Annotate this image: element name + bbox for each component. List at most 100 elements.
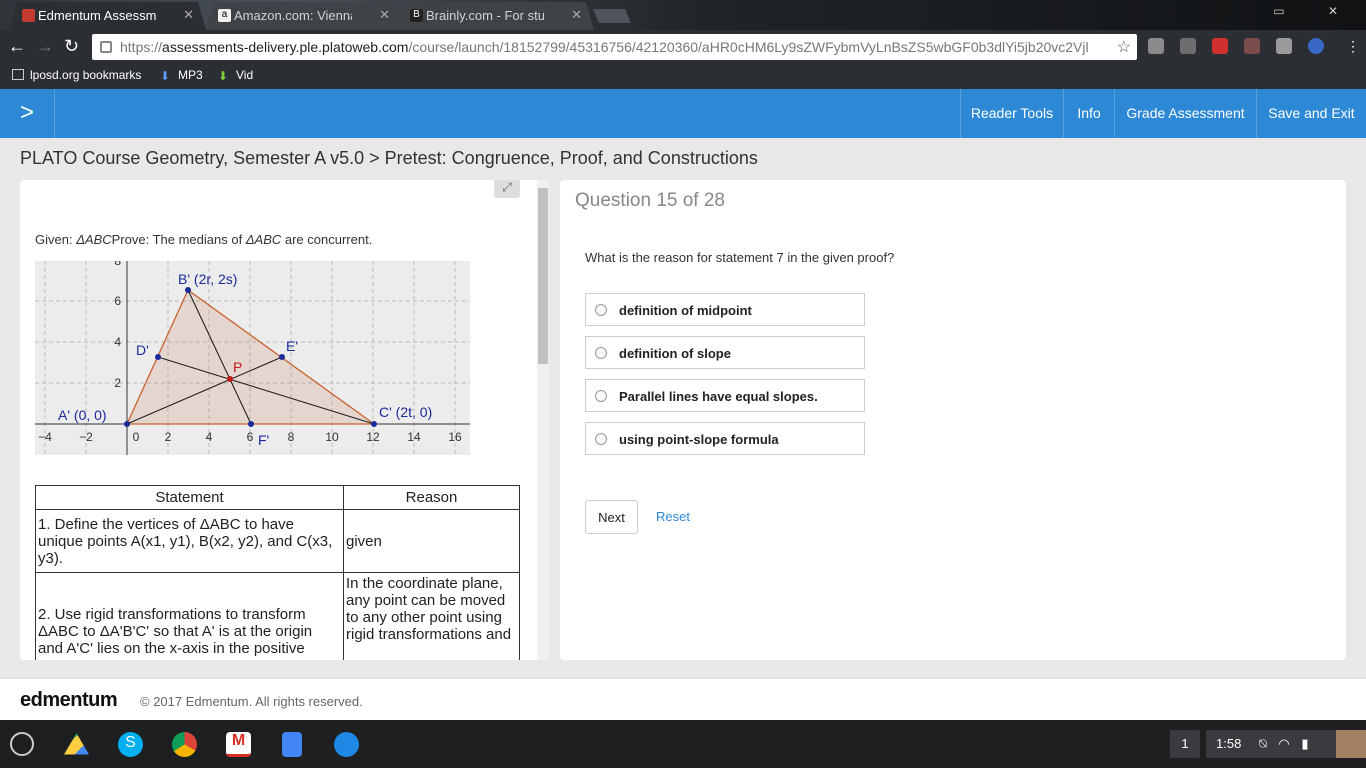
tab-title: Edmentum Assessment bbox=[38, 8, 156, 23]
edmentum-favicon-icon bbox=[22, 9, 35, 22]
skype-icon[interactable]: S bbox=[118, 732, 143, 757]
prove-suffix: are concurrent. bbox=[281, 232, 373, 247]
menu-dots-icon[interactable]: ⋮ bbox=[1346, 38, 1360, 55]
answer-choice[interactable]: definition of slope bbox=[585, 336, 865, 369]
reload-icon[interactable]: ↻ bbox=[64, 36, 79, 57]
profile-k-icon[interactable] bbox=[1308, 38, 1324, 54]
point-d bbox=[155, 354, 161, 360]
google-drive-icon[interactable] bbox=[64, 733, 89, 755]
label-p: P bbox=[233, 359, 242, 375]
clock: 1:58 bbox=[1216, 736, 1242, 751]
page-info-icon[interactable] bbox=[100, 41, 112, 53]
status-tray[interactable]: 1:58 ⍉ ◠ ▮ bbox=[1206, 730, 1366, 758]
screen-extension-icon[interactable] bbox=[1244, 38, 1260, 54]
tab-amazon[interactable]: a Amazon.com: Vienna B ✕ bbox=[206, 2, 402, 30]
chevron-right-icon: > bbox=[19, 99, 34, 126]
tab-brainly[interactable]: B Brainly.com - For studen ✕ bbox=[398, 2, 594, 30]
point-a bbox=[124, 421, 130, 427]
reader-tools-button[interactable]: Reader Tools bbox=[960, 89, 1063, 138]
bookmark-lposd[interactable]: lposd.org bookmarks bbox=[12, 68, 141, 82]
question-text: What is the reason for statement 7 in th… bbox=[585, 250, 895, 265]
info-button[interactable]: Info bbox=[1063, 89, 1114, 138]
x-tick: 0 bbox=[133, 430, 140, 444]
tab-title: Brainly.com - For studen bbox=[426, 8, 544, 23]
address-bar[interactable]: https://assessments-delivery.ple.platowe… bbox=[92, 34, 1137, 60]
app-header: > Reader Tools Info Grade Assessment Sav… bbox=[0, 89, 1366, 138]
point-b bbox=[185, 287, 191, 293]
label-f: F' bbox=[258, 432, 269, 448]
next-button[interactable]: Next bbox=[585, 500, 638, 534]
menu-toggle-button[interactable]: > bbox=[0, 89, 55, 138]
question-number: Question 15 of 28 bbox=[575, 190, 725, 211]
os-shelf: S M 1 1:58 ⍉ ◠ ▮ bbox=[0, 720, 1366, 768]
download-icon: ⬇ bbox=[160, 69, 171, 83]
chrome-icon[interactable] bbox=[172, 732, 197, 757]
shield-extension-icon[interactable] bbox=[1212, 38, 1228, 54]
reason-cell: given bbox=[343, 509, 520, 573]
back-arrow-icon[interactable]: ← bbox=[8, 36, 26, 57]
new-tab-button[interactable] bbox=[593, 9, 631, 23]
forward-arrow-icon[interactable]: → bbox=[36, 36, 54, 57]
bookmarks-bar: lposd.org bookmarks ⬇ MP3 ⬇ Vid bbox=[0, 63, 1366, 89]
window-controls[interactable]: ▭ ✕ bbox=[1273, 4, 1358, 18]
reset-link[interactable]: Reset bbox=[656, 509, 690, 524]
breadcrumb: PLATO Course Geometry, Semester A v5.0 >… bbox=[20, 148, 758, 168]
y-tick: 4 bbox=[114, 335, 121, 349]
notification-badge[interactable]: 1 bbox=[1170, 730, 1200, 758]
label-b: B' (2r, 2s) bbox=[178, 271, 237, 287]
no-notifications-icon: ⍉ bbox=[1258, 736, 1267, 751]
point-f bbox=[248, 421, 254, 427]
puzzle-extension-icon[interactable] bbox=[1276, 38, 1292, 54]
tab-title: Amazon.com: Vienna B bbox=[234, 8, 351, 23]
answer-choice[interactable]: using point-slope formula bbox=[585, 422, 865, 455]
radio-button[interactable] bbox=[595, 390, 607, 402]
bookmark-label: lposd.org bookmarks bbox=[30, 68, 142, 82]
close-tab-icon[interactable]: ✕ bbox=[571, 7, 582, 23]
y-tick: 8 bbox=[114, 261, 121, 268]
x-tick: −2 bbox=[79, 430, 93, 444]
scrollbar-thumb[interactable] bbox=[538, 188, 548, 364]
url-path: /course/launch/18152799/45316756/4212036… bbox=[408, 39, 1089, 55]
given-prove-text: Given: ΔABCProve: The medians of ΔABC ar… bbox=[35, 232, 372, 247]
edmentum-logo: edmentum bbox=[20, 689, 118, 711]
bookmark-vid[interactable]: ⬇ Vid bbox=[218, 68, 253, 83]
launcher-icon[interactable] bbox=[10, 732, 34, 756]
answer-choice[interactable]: Parallel lines have equal slopes. bbox=[585, 379, 865, 412]
prove-triangle: ΔABC bbox=[245, 232, 282, 247]
statement-cell: 1. Define the vertices of ΔABC to have u… bbox=[35, 509, 344, 573]
x-tick: 16 bbox=[448, 430, 462, 444]
label-e: E' bbox=[286, 338, 298, 354]
choice-label: Parallel lines have equal slopes. bbox=[619, 389, 818, 404]
bookmark-mp3[interactable]: ⬇ MP3 bbox=[160, 68, 203, 83]
radio-button[interactable] bbox=[595, 347, 607, 359]
save-and-exit-button[interactable]: Save and Exit bbox=[1256, 89, 1366, 138]
proof-table: Statement Reason 1. Define the vertices … bbox=[35, 485, 520, 660]
answer-choice[interactable]: definition of midpoint bbox=[585, 293, 865, 326]
expand-icon[interactable]: ⤢ bbox=[494, 180, 520, 198]
reason-cell: In the coordinate plane, any point can b… bbox=[343, 572, 520, 660]
label-a: A' (0, 0) bbox=[58, 407, 107, 423]
files-icon[interactable] bbox=[334, 732, 359, 757]
extension-c2-icon[interactable] bbox=[1180, 38, 1196, 54]
extension-c-icon[interactable] bbox=[1148, 38, 1164, 54]
grade-assessment-button[interactable]: Grade Assessment bbox=[1114, 89, 1256, 138]
browser-toolbar: ← → ↻ https://assessments-delivery.ple.p… bbox=[0, 30, 1366, 63]
reason-header: Reason bbox=[343, 485, 520, 510]
close-tab-icon[interactable]: ✕ bbox=[183, 7, 194, 23]
radio-button[interactable] bbox=[595, 433, 607, 445]
gmail-icon[interactable]: M bbox=[226, 732, 251, 757]
table-row: 2. Use rigid transformations to transfor… bbox=[35, 572, 520, 660]
choice-label: using point-slope formula bbox=[619, 432, 779, 447]
google-docs-icon[interactable] bbox=[282, 732, 302, 757]
point-p bbox=[227, 376, 233, 382]
brainly-favicon-icon: B bbox=[410, 9, 423, 22]
x-tick: −4 bbox=[38, 430, 52, 444]
bookmark-star-icon[interactable]: ☆ bbox=[1117, 37, 1131, 57]
choice-label: definition of slope bbox=[619, 346, 731, 361]
avatar bbox=[1336, 730, 1366, 758]
close-tab-icon[interactable]: ✕ bbox=[379, 7, 390, 23]
folder-icon bbox=[12, 69, 24, 80]
radio-button[interactable] bbox=[595, 304, 607, 316]
tab-edmentum[interactable]: Edmentum Assessment ✕ bbox=[10, 2, 206, 30]
page-footer: edmentum © 2017 Edmentum. All rights res… bbox=[0, 678, 1366, 720]
